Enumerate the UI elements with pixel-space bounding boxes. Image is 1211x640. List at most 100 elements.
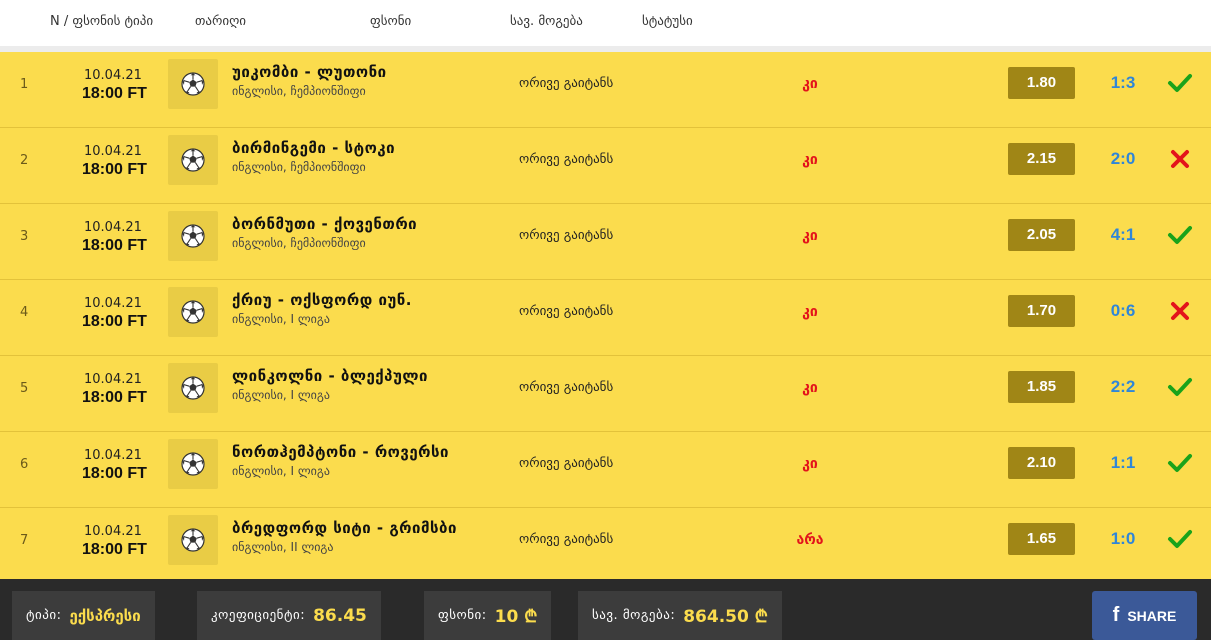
summary-type-label: ტიპი: [26, 608, 62, 623]
checkmark-icon [1166, 449, 1194, 477]
header-potential-win: სავ. მოგება [510, 14, 583, 29]
summary-potential-win-label: სავ. მოგება: [592, 608, 676, 623]
match-teams: ქრიუ - ოქსფორდ იუნ. [232, 291, 413, 309]
match-date: 10.04.21 [84, 220, 142, 235]
row-number: 3 [20, 229, 29, 244]
soccer-ball-icon [168, 439, 218, 489]
table-row: 1 10.04.21 18:00 FT უიკომბი - ლუთონი ინგ… [0, 52, 1211, 128]
summary-potential-win-value: 864.50 ₾ [683, 607, 768, 627]
cross-icon [1166, 145, 1194, 173]
match-league: ინგლისი, I ლიგა [232, 464, 330, 478]
soccer-ball-icon [168, 363, 218, 413]
row-number: 6 [20, 457, 29, 472]
bet-type: ორივე გაიტანს [519, 228, 614, 243]
summary-type-value: ექსპრესი [69, 606, 141, 625]
checkmark-icon [1166, 69, 1194, 97]
bet-type: ორივე გაიტანს [519, 152, 614, 167]
soccer-ball-icon [168, 287, 218, 337]
header-status: სტატუსი [642, 14, 693, 29]
odds-badge: 1.65 [1008, 523, 1075, 555]
match-league: ინგლისი, ჩემპიონშიფი [232, 84, 366, 98]
bet-type: ორივე გაიტანს [519, 456, 614, 471]
summary-coefficient: კოეფიციენტი: 86.45 [197, 591, 381, 640]
bet-answer: კი [802, 456, 818, 472]
match-date: 10.04.21 [84, 68, 142, 83]
checkmark-icon [1166, 221, 1194, 249]
soccer-ball-icon [168, 59, 218, 109]
match-date: 10.04.21 [84, 448, 142, 463]
match-score: 4:1 [1110, 225, 1136, 244]
bet-type: ორივე გაიტანს [519, 304, 614, 319]
checkmark-icon [1166, 373, 1194, 401]
match-time: 18:00 FT [82, 313, 147, 330]
match-time: 18:00 FT [82, 465, 147, 482]
table-header: N / ფსონის ტიპი თარიღი ფსონი სავ. მოგება… [0, 0, 1211, 46]
summary-coefficient-label: კოეფიციენტი: [211, 608, 306, 623]
odds-badge: 1.85 [1008, 371, 1075, 403]
bet-answer: კი [802, 304, 818, 320]
summary-stake: ფსონი: 10 ₾ [424, 591, 552, 640]
bet-answer: არა [796, 532, 824, 548]
row-number: 4 [20, 305, 29, 320]
odds-badge: 1.70 [1008, 295, 1075, 327]
bet-answer: კი [802, 228, 818, 244]
table-row: 4 10.04.21 18:00 FT ქრიუ - ოქსფორდ იუნ. … [0, 280, 1211, 356]
bet-answer: კი [802, 76, 818, 92]
match-league: ინგლისი, ჩემპიონშიფი [232, 236, 366, 250]
bet-type: ორივე გაიტანს [519, 76, 614, 91]
summary-type: ტიპი: ექსპრესი [12, 591, 155, 640]
match-league: ინგლისი, ჩემპიონშიფი [232, 160, 366, 174]
match-score: 1:1 [1110, 453, 1136, 472]
row-number: 1 [20, 77, 29, 92]
soccer-ball-icon [168, 135, 218, 185]
bet-rows: 1 10.04.21 18:00 FT უიკომბი - ლუთონი ინგ… [0, 52, 1211, 584]
match-teams: ბირმინგემი - სტოკი [232, 139, 396, 157]
odds-badge: 2.15 [1008, 143, 1075, 175]
summary-stake-value: 10 ₾ [494, 607, 538, 627]
match-teams: ბორნმუთი - ქოვენთრი [232, 215, 418, 233]
bet-type: ორივე გაიტანს [519, 532, 614, 547]
summary-stake-label: ფსონი: [438, 608, 487, 623]
row-number: 7 [20, 533, 29, 548]
odds-badge: 2.10 [1008, 447, 1075, 479]
odds-badge: 2.05 [1008, 219, 1075, 251]
bet-answer: კი [802, 380, 818, 396]
cross-icon [1166, 297, 1194, 325]
checkmark-icon [1166, 525, 1194, 553]
match-score: 0:6 [1110, 301, 1136, 320]
soccer-ball-icon [168, 515, 218, 565]
bet-summary-footer: ტიპი: ექსპრესი კოეფიციენტი: 86.45 ფსონი:… [0, 579, 1211, 640]
bet-answer: კი [802, 152, 818, 168]
match-time: 18:00 FT [82, 85, 147, 102]
share-button[interactable]: f SHARE [1092, 591, 1197, 640]
match-league: ინგლისი, I ლიგა [232, 312, 330, 326]
header-n-type: N / ფსონის ტიპი [50, 14, 154, 29]
match-date: 10.04.21 [84, 144, 142, 159]
match-league: ინგლისი, II ლიგა [232, 540, 334, 554]
table-row: 3 10.04.21 18:00 FT ბორნმუთი - ქოვენთრი … [0, 204, 1211, 280]
row-number: 2 [20, 153, 29, 168]
match-league: ინგლისი, I ლიგა [232, 388, 330, 402]
table-row: 7 10.04.21 18:00 FT ბრედფორდ სიტი - გრიმ… [0, 508, 1211, 584]
soccer-ball-icon [168, 211, 218, 261]
table-row: 5 10.04.21 18:00 FT ლინკოლნი - ბლექპული … [0, 356, 1211, 432]
bet-type: ორივე გაიტანს [519, 380, 614, 395]
match-time: 18:00 FT [82, 161, 147, 178]
match-teams: ბრედფორდ სიტი - გრიმსბი [232, 519, 457, 537]
summary-coefficient-value: 86.45 [313, 605, 367, 626]
header-date: თარიღი [195, 14, 247, 29]
odds-badge: 1.80 [1008, 67, 1075, 99]
match-date: 10.04.21 [84, 524, 142, 539]
match-score: 1:0 [1110, 529, 1136, 548]
match-time: 18:00 FT [82, 237, 147, 254]
header-bet: ფსონი [370, 14, 412, 29]
table-row: 6 10.04.21 18:00 FT ნორთჰემპტონი - როვერ… [0, 432, 1211, 508]
match-teams: ნორთჰემპტონი - როვერსი [232, 443, 450, 461]
match-teams: ლინკოლნი - ბლექპული [232, 367, 428, 385]
match-date: 10.04.21 [84, 296, 142, 311]
match-score: 1:3 [1110, 73, 1136, 92]
share-label: SHARE [1127, 607, 1177, 624]
match-date: 10.04.21 [84, 372, 142, 387]
match-score: 2:0 [1110, 149, 1136, 168]
match-time: 18:00 FT [82, 389, 147, 406]
